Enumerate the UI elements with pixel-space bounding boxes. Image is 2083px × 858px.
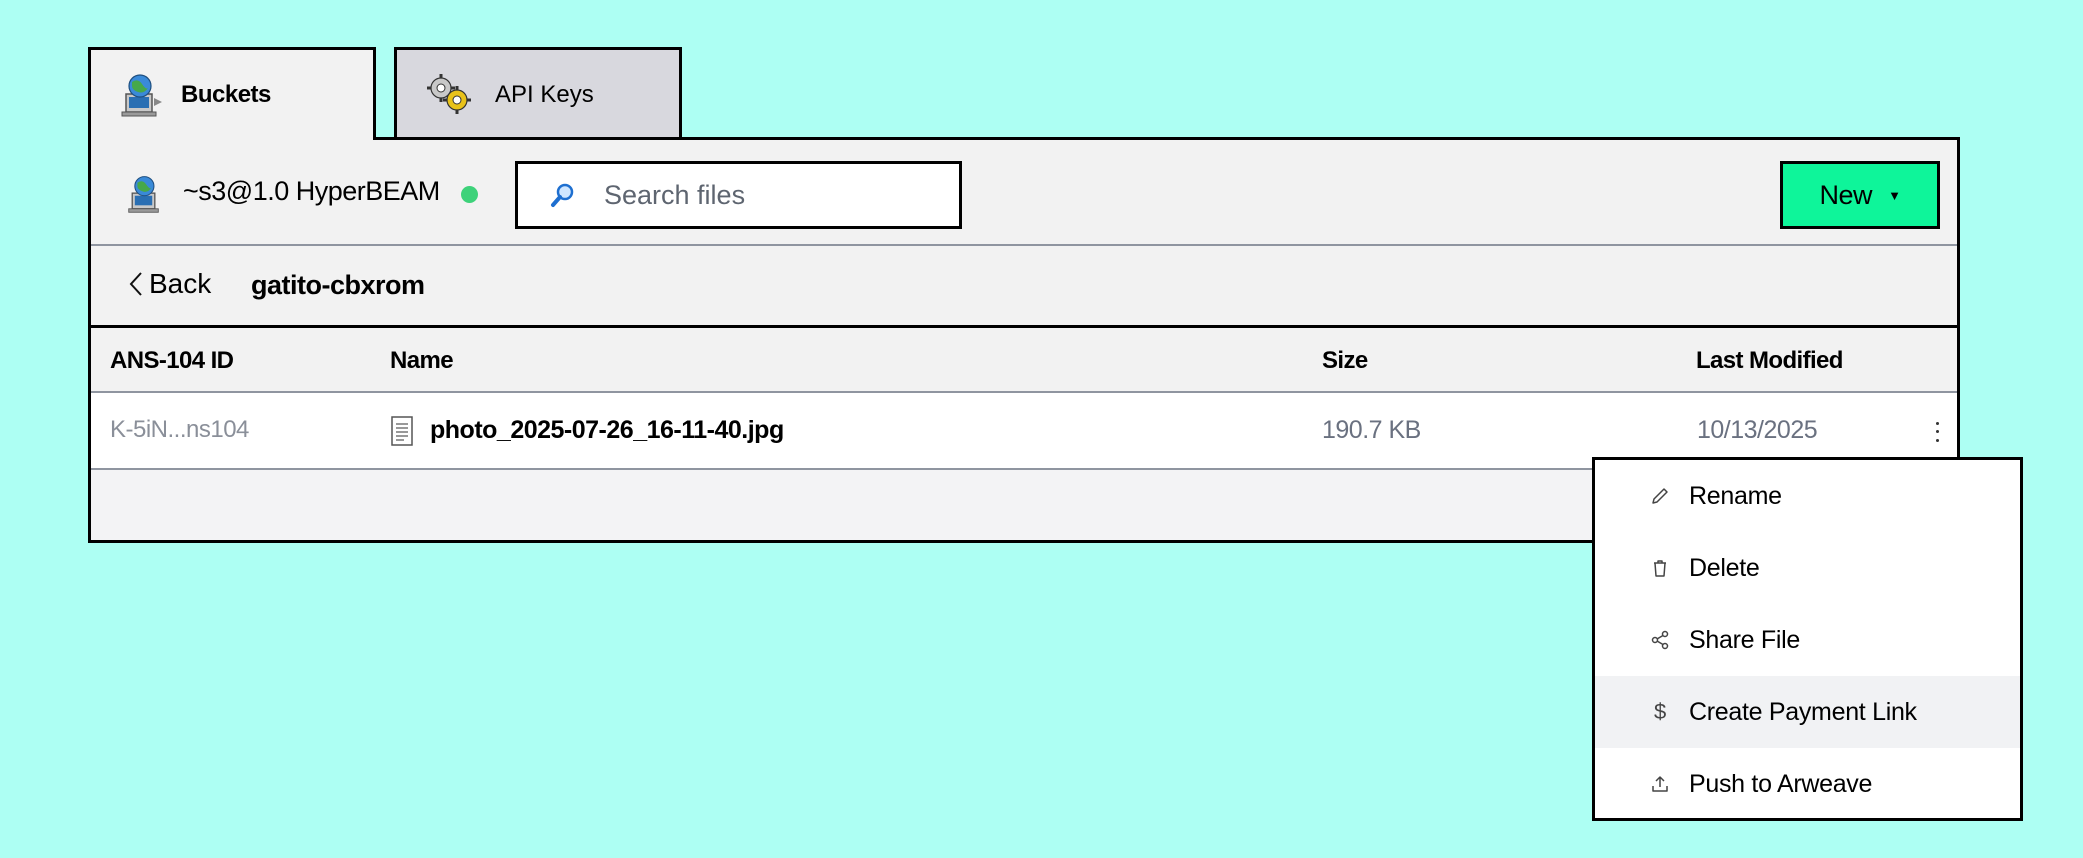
- search-field[interactable]: [515, 161, 962, 229]
- file-size: 190.7 KB: [1322, 416, 1421, 444]
- trash-icon: [1649, 557, 1671, 579]
- column-header-modified[interactable]: Last Modified: [1696, 347, 1843, 375]
- upload-icon: [1649, 773, 1671, 795]
- file-name[interactable]: photo_2025-07-26_16-11-40.jpg: [430, 416, 784, 445]
- new-button[interactable]: New ▼: [1780, 161, 1940, 229]
- column-header-name[interactable]: Name: [390, 347, 454, 375]
- menu-item-label: Rename: [1689, 481, 1782, 510]
- caret-down-icon: ▼: [1888, 187, 1901, 203]
- server-icon: [127, 174, 167, 214]
- table-header: ANS-104 ID Name Size Last Modified: [91, 328, 1957, 393]
- share-icon: [1649, 629, 1671, 651]
- gears-icon: [425, 71, 473, 119]
- tab-buckets[interactable]: Buckets: [88, 47, 376, 140]
- pencil-icon: [1649, 485, 1671, 507]
- menu-item-create-payment-link[interactable]: $ Create Payment Link: [1595, 676, 2020, 748]
- column-header-id[interactable]: ANS-104 ID: [110, 347, 234, 375]
- file-icon: [391, 416, 413, 446]
- search-icon: [550, 181, 578, 209]
- column-header-size[interactable]: Size: [1322, 347, 1368, 375]
- path-bar: Back gatito-cbxrom: [91, 246, 1957, 328]
- menu-item-push-to-arweave[interactable]: Push to Arweave: [1595, 748, 2020, 820]
- tab-api-keys[interactable]: API Keys: [394, 47, 682, 139]
- menu-item-label: Push to Arweave: [1689, 769, 1873, 798]
- server-label: ~s3@1.0 HyperBEAM: [183, 176, 440, 206]
- context-menu: Rename Delete Share File $ Create Paymen…: [1592, 457, 2023, 821]
- back-button[interactable]: Back: [127, 268, 211, 300]
- toolbar: ~s3@1.0 HyperBEAM New ▼: [91, 140, 1957, 246]
- file-id: K-5iN...ns104: [110, 416, 249, 443]
- more-vertical-icon[interactable]: [1931, 419, 1943, 445]
- chevron-left-icon: [129, 272, 142, 296]
- file-modified: 10/13/2025: [1697, 416, 1818, 444]
- tab-buckets-label: Buckets: [181, 81, 271, 108]
- new-button-label: New: [1819, 179, 1873, 210]
- tab-api-keys-label: API Keys: [495, 80, 594, 108]
- menu-item-delete[interactable]: Delete: [1595, 532, 2020, 604]
- menu-item-share[interactable]: Share File: [1595, 604, 2020, 676]
- bucket-name: gatito-cbxrom: [251, 270, 425, 300]
- menu-item-rename[interactable]: Rename: [1595, 460, 2020, 532]
- status-indicator: [461, 186, 478, 203]
- menu-item-label: Delete: [1689, 553, 1760, 582]
- dollar-icon: $: [1654, 699, 1666, 724]
- back-label: Back: [149, 268, 212, 299]
- search-input[interactable]: [604, 179, 934, 211]
- menu-item-label: Create Payment Link: [1689, 697, 1917, 726]
- menu-item-label: Share File: [1689, 625, 1800, 654]
- globe-computer-icon: [119, 71, 167, 119]
